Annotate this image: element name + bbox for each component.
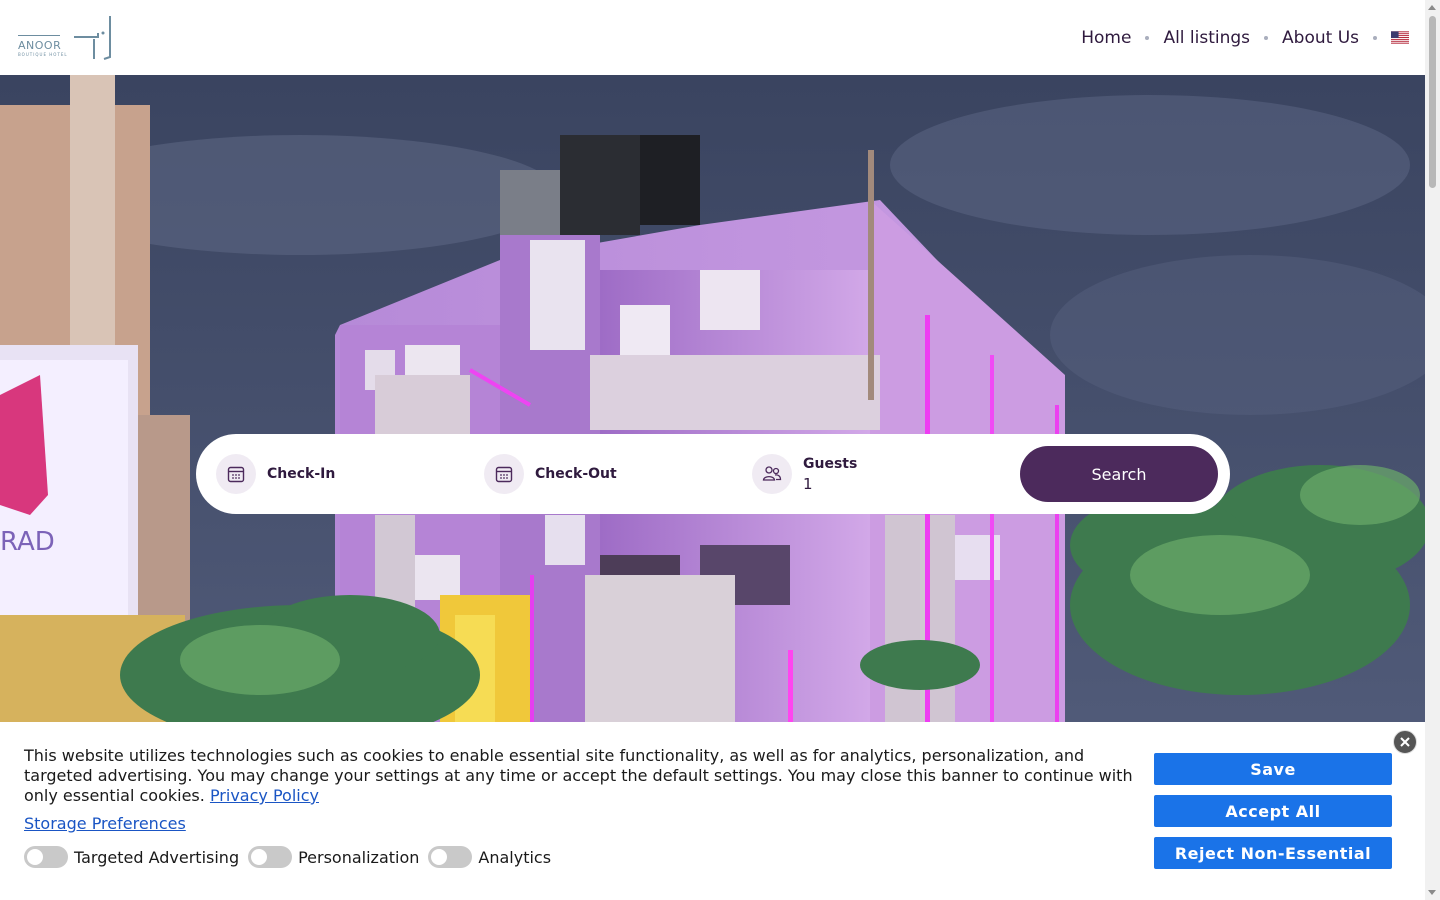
storage-preferences-link[interactable]: Storage Preferences	[24, 814, 186, 833]
main-nav: Home All listings About Us	[1081, 28, 1409, 48]
hotel-building-photo: RAD	[0, 75, 1425, 722]
scroll-up-arrow-icon[interactable]	[1428, 5, 1436, 10]
personalization-label: Personalization	[298, 847, 420, 867]
nav-separator	[1373, 35, 1377, 40]
search-button[interactable]: Search	[1020, 446, 1218, 502]
scrollbar-thumb[interactable]	[1429, 16, 1436, 188]
checkout-field[interactable]: Check-Out	[484, 454, 752, 494]
scroll-down-arrow-icon[interactable]	[1428, 890, 1436, 895]
close-icon[interactable]	[1393, 730, 1417, 754]
analytics-toggle[interactable]	[428, 846, 473, 868]
nav-home[interactable]: Home	[1081, 28, 1131, 48]
analytics-label: Analytics	[478, 847, 552, 867]
logo-subtitle: BOUTIQUE HOTEL	[18, 51, 68, 57]
booking-search-bar: Check-In Check-Out Guests 1 Search	[196, 434, 1230, 514]
privacy-policy-link[interactable]: Privacy Policy	[210, 786, 319, 805]
page-scrollbar[interactable]	[1425, 0, 1440, 900]
cookie-notice: This website utilizes technologies such …	[24, 746, 1133, 805]
svg-text:RAD: RAD	[0, 527, 55, 557]
nav-separator	[1145, 35, 1150, 40]
accept-all-button[interactable]: Accept All	[1154, 795, 1392, 827]
hero-image: RAD	[0, 75, 1425, 722]
cookie-banner: This website utilizes technologies such …	[0, 722, 1425, 900]
guests-field[interactable]: Guests 1	[752, 454, 1020, 494]
us-flag-icon[interactable]	[1391, 31, 1409, 44]
calendar-icon	[227, 466, 245, 483]
users-icon	[762, 466, 782, 481]
reject-non-essential-button[interactable]: Reject Non-Essential	[1154, 837, 1392, 869]
nav-about-us[interactable]: About Us	[1282, 28, 1359, 48]
checkin-field[interactable]: Check-In	[216, 454, 484, 494]
guests-label: Guests	[803, 455, 858, 472]
checkout-label: Check-Out	[535, 466, 617, 482]
cookie-banner-text: This website utilizes technologies such …	[24, 746, 1139, 806]
nav-all-listings[interactable]: All listings	[1163, 28, 1250, 48]
personalization-toggle[interactable]	[248, 846, 293, 868]
targeted-advertising-label: Targeted Advertising	[74, 847, 240, 867]
logo-mark-icon	[73, 15, 111, 60]
site-logo[interactable]: ANOOR BOUTIQUE HOTEL	[18, 13, 116, 63]
targeted-advertising-toggle[interactable]	[24, 846, 68, 868]
site-header: ANOOR BOUTIQUE HOTEL Home All listings A…	[0, 0, 1425, 75]
nav-separator	[1264, 35, 1269, 40]
guests-value: 1	[803, 474, 813, 493]
save-button[interactable]: Save	[1154, 753, 1392, 785]
consent-toggles: Targeted Advertising Personalization Ana…	[24, 846, 560, 868]
logo-name: ANOOR	[18, 34, 61, 52]
checkin-label: Check-In	[267, 466, 336, 482]
calendar-icon	[495, 466, 513, 483]
